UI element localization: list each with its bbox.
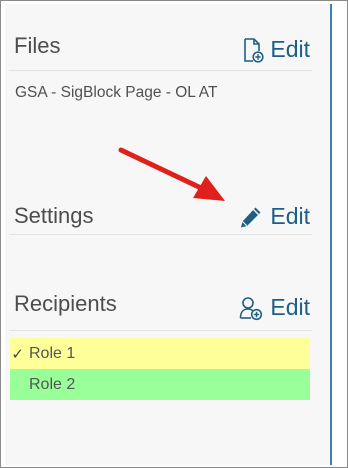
- file-item: GSA - SigBlock Page - OL AT: [15, 84, 218, 101]
- role-item-2[interactable]: Role 2: [10, 369, 310, 400]
- recipients-section-title: Recipients: [14, 291, 117, 316]
- files-edit-button[interactable]: Edit: [242, 36, 310, 63]
- add-file-icon: [242, 37, 264, 63]
- files-section-title: Files: [14, 33, 61, 58]
- add-user-icon: [238, 295, 264, 321]
- files-edit-label: Edit: [270, 36, 310, 62]
- check-icon: ✓: [11, 345, 24, 363]
- window-frame: Files Edit GSA - SigBlock Page - OL AT S…: [0, 0, 348, 468]
- files-divider: [9, 70, 312, 71]
- recipients-edit-button[interactable]: Edit: [238, 294, 310, 321]
- settings-edit-button[interactable]: Edit: [238, 203, 310, 230]
- document-settings-panel: Files Edit GSA - SigBlock Page - OL AT S…: [5, 4, 332, 465]
- pencil-icon: [238, 204, 264, 230]
- role-label: Role 2: [29, 375, 76, 393]
- settings-edit-label: Edit: [270, 203, 310, 229]
- settings-divider: [9, 234, 312, 235]
- recipients-edit-label: Edit: [270, 294, 310, 320]
- role-item-1[interactable]: ✓ Role 1: [10, 338, 310, 369]
- recipients-divider: [9, 330, 312, 331]
- role-label: Role 1: [29, 344, 76, 362]
- settings-section-title: Settings: [14, 203, 94, 228]
